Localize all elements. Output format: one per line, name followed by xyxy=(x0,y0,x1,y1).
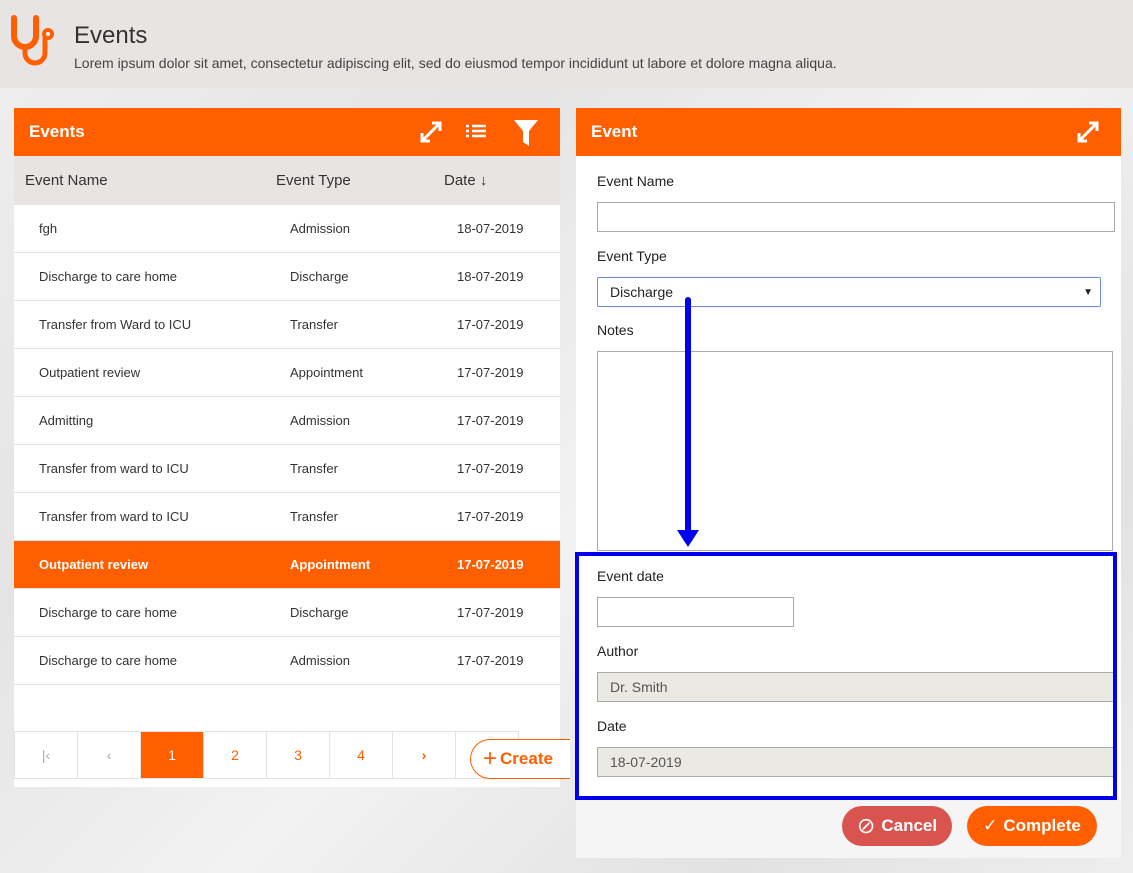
annotation-overlay xyxy=(575,297,1117,800)
annotation-arrowhead xyxy=(677,530,699,547)
annotation-highlight-box xyxy=(575,552,1117,800)
